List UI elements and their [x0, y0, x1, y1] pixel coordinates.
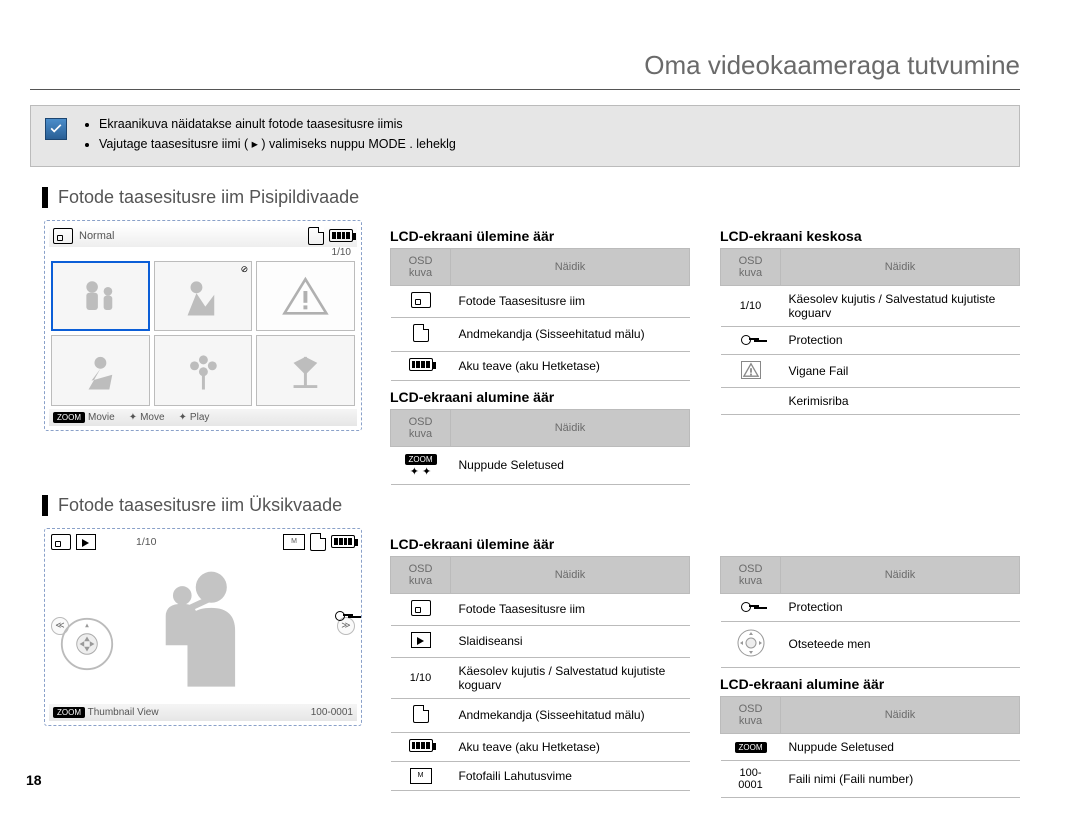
image-counter: 1/10	[49, 247, 357, 258]
warning-icon	[741, 361, 761, 379]
page-number: 18	[26, 772, 42, 788]
lcd-single-mock: 1/10 M ≪ ≫ ZOOM Thumbnail View 100-0001	[44, 528, 362, 726]
thumbnail-invalid[interactable]	[256, 261, 355, 331]
card-icon	[308, 227, 324, 245]
lcd-thumbnail-mock: Normal 1/10 ⊘ ZOOMMovie ✦ Move	[44, 220, 362, 431]
thumbnail[interactable]	[51, 335, 150, 405]
page-title: Oma videokaameraga tutvumine	[30, 50, 1020, 90]
info-bullet: Ekraanikuva näidatakse ainult fotode taa…	[99, 116, 456, 133]
section-title-single: Fotode taasesitusre iim Üksikvaade	[42, 495, 1020, 516]
protection-icon	[335, 609, 355, 624]
button-guide-bar: ZOOMMovie ✦ Move ✦ Play	[49, 409, 357, 426]
shortcut-ring-icon[interactable]	[59, 616, 115, 672]
photo-mode-icon	[53, 228, 73, 244]
subhead-top: LCD-ekraani ülemine äär	[390, 228, 690, 244]
slideshow-icon	[411, 632, 431, 648]
subhead-top2: LCD-ekraani ülemine äär	[390, 536, 690, 552]
subhead-center: LCD-ekraani keskosa	[720, 228, 1020, 244]
checkbox-icon	[45, 118, 67, 140]
normal-label: Normal	[79, 230, 114, 242]
key-icon	[741, 333, 761, 345]
file-number: 100-0001	[311, 707, 353, 718]
shortcut-ring-icon	[736, 628, 766, 658]
legend-table-top2: OSD kuvaNäidik Fotode Taasesitusre iim S…	[390, 556, 690, 791]
subhead-bottom: LCD-ekraani alumine äär	[390, 389, 690, 405]
info-bullet: Vajutage taasesitusre iimi ( ▸ ) valimis…	[99, 136, 456, 153]
legend-table-top: OSD kuvaNäidik Fotode Taasesitusre iim A…	[390, 248, 690, 381]
legend-table-bottom2: OSD kuvaNäidik ZOOMNuppude Seletused 100…	[720, 696, 1020, 798]
info-box: Ekraanikuva näidatakse ainult fotode taa…	[30, 105, 1020, 167]
legend-table-center: OSD kuvaNäidik 1/10Käesolev kujutis / Sa…	[720, 248, 1020, 415]
subhead-bottom2: LCD-ekraani alumine äär	[720, 676, 1020, 692]
thumbnail[interactable]	[154, 335, 253, 405]
battery-icon	[329, 229, 353, 242]
thumbnail[interactable]	[256, 335, 355, 405]
thumbnail[interactable]: ⊘	[154, 261, 253, 331]
section-title-thumbnail: Fotode taasesitusre iim Pisipildivaade	[42, 187, 1020, 208]
legend-table-bottom: OSD kuvaNäidik ZOOM ✦ ✦Nuppude Seletused	[390, 409, 690, 485]
thumbnail[interactable]	[51, 261, 150, 331]
resolution-icon: M	[410, 768, 432, 784]
legend-table-right-top: OSD kuvaNäidik Protection Otseteede men	[720, 556, 1020, 668]
